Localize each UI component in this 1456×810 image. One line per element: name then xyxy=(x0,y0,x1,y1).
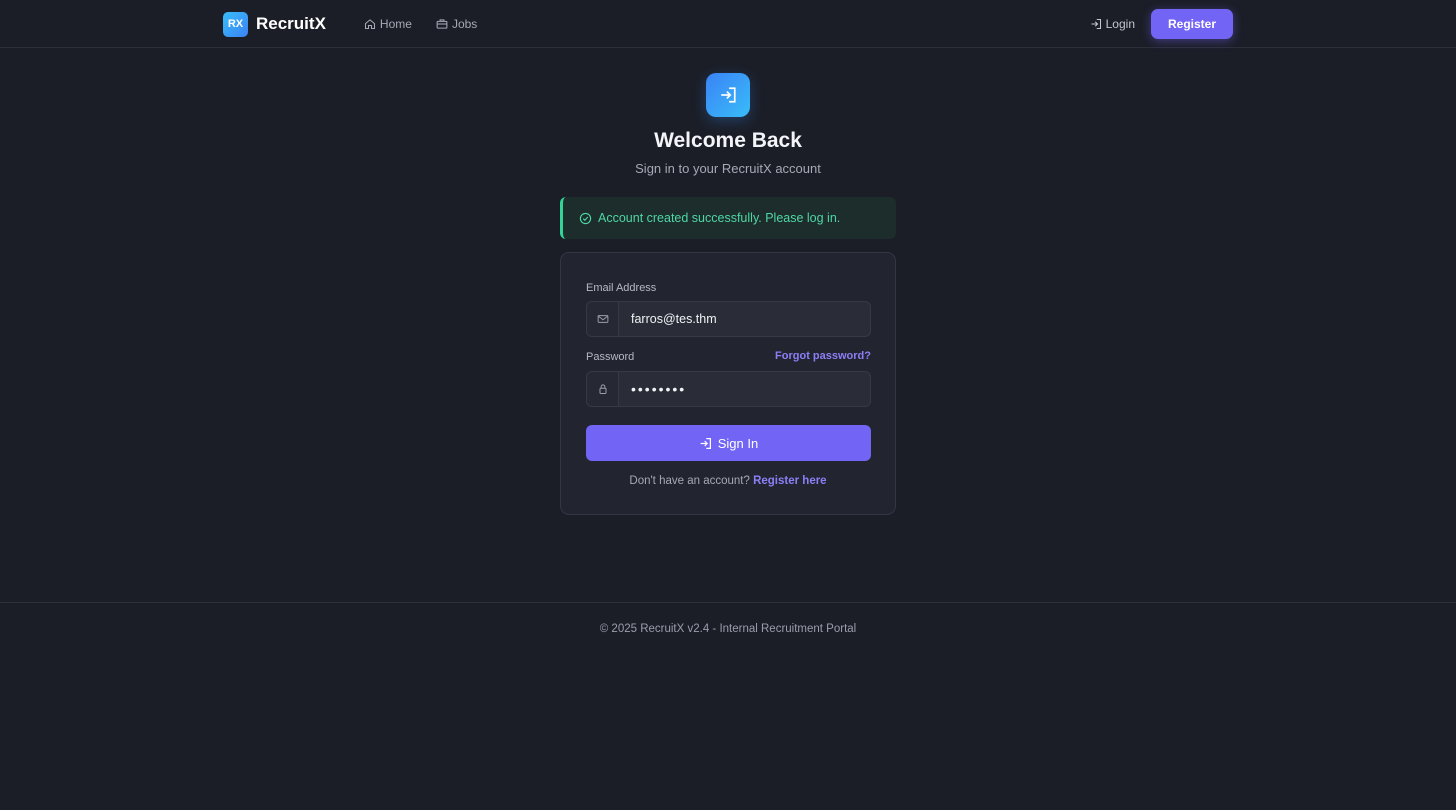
password-input[interactable] xyxy=(619,372,870,406)
success-alert: Account created successfully. Please log… xyxy=(560,197,896,239)
sign-in-badge xyxy=(706,73,750,117)
nav-links: Home Jobs xyxy=(364,17,477,31)
home-icon xyxy=(364,19,375,30)
footer: © 2025 RecruitX v2.4 - Internal Recruitm… xyxy=(0,602,1456,810)
email-icon-box xyxy=(587,302,619,336)
nav-link-jobs[interactable]: Jobs xyxy=(436,17,477,31)
navbar-inner: RX RecruitX Home Jobs Login Register xyxy=(223,0,1233,48)
password-input-group xyxy=(586,371,871,407)
lock-icon xyxy=(599,384,606,394)
login-link-label: Login xyxy=(1105,17,1135,31)
login-link[interactable]: Login xyxy=(1090,17,1135,31)
sign-in-button-icon xyxy=(700,437,711,449)
footer-text: © 2025 RecruitX v2.4 - Internal Recruitm… xyxy=(599,623,857,635)
alert-message: Account created successfully. Please log… xyxy=(598,211,841,225)
register-button[interactable]: Register xyxy=(1151,9,1233,39)
top-navbar: RX RecruitX Home Jobs Login Register xyxy=(0,0,1456,48)
nav-link-jobs-label: Jobs xyxy=(451,17,478,31)
sign-in-button-label: Sign In xyxy=(717,435,759,451)
nav-link-home-label: Home xyxy=(379,17,412,31)
envelope-icon xyxy=(597,315,608,323)
email-label: Email Address xyxy=(586,282,657,294)
brand[interactable]: RX RecruitX xyxy=(223,11,326,37)
page-title: Welcome Back xyxy=(654,129,802,152)
register-here-link[interactable]: Register here xyxy=(753,475,827,487)
register-prompt-row: Don't have an account? Register here xyxy=(561,475,895,487)
sign-in-button[interactable]: Sign In xyxy=(586,425,871,461)
brand-logo: RX xyxy=(223,11,248,37)
login-icon xyxy=(1091,18,1101,30)
forgot-password-link[interactable]: Forgot password? xyxy=(775,350,871,362)
check-circle-icon xyxy=(579,212,592,224)
page-subtitle: Sign in to your RecruitX account xyxy=(635,161,821,176)
password-icon-box xyxy=(587,372,619,406)
sign-in-icon xyxy=(721,87,736,103)
brand-name: RecruitX xyxy=(256,14,326,33)
briefcase-icon xyxy=(436,19,448,29)
email-input-group xyxy=(586,301,871,337)
nav-right: Login Register xyxy=(1090,9,1233,39)
login-card: Email Address Password Forgot password? … xyxy=(560,252,896,515)
nav-link-home[interactable]: Home xyxy=(364,17,412,31)
password-label: Password xyxy=(586,351,635,363)
register-prompt: Don't have an account? xyxy=(629,475,750,487)
email-input[interactable] xyxy=(619,302,870,336)
